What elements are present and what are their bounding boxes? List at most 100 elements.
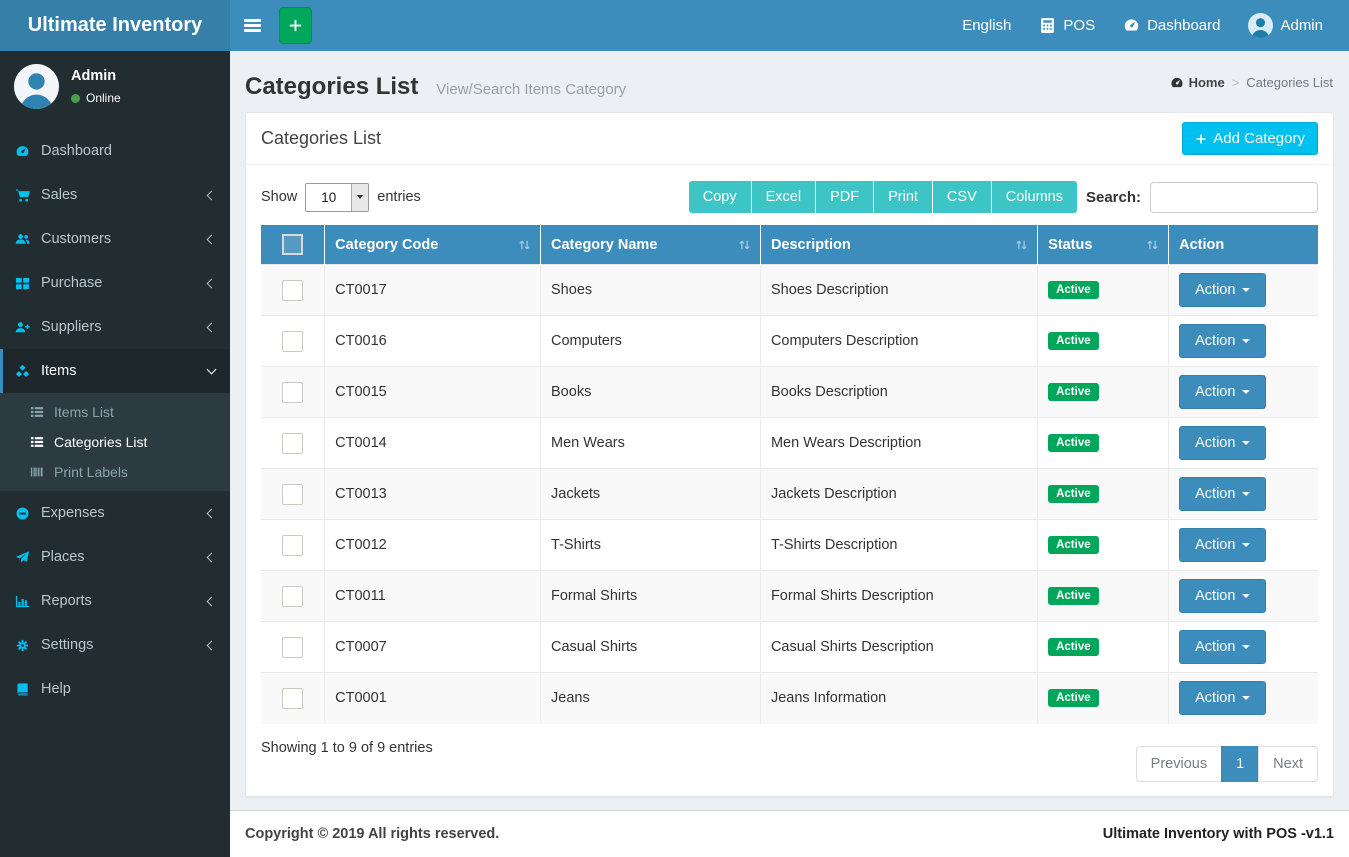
page-size-select[interactable]: 10 (305, 182, 370, 212)
category-code-cell: CT0016 (324, 315, 542, 367)
description-cell: T-Shirts Description (760, 519, 1039, 571)
csv-button[interactable]: CSV (932, 181, 992, 213)
row-checkbox[interactable] (282, 534, 304, 556)
column-header-category-name[interactable]: Category Name (540, 225, 761, 265)
sidebar-item-label: Places (41, 549, 85, 565)
category-name-cell: Men Wears (540, 417, 761, 469)
copy-button[interactable]: Copy (688, 181, 752, 213)
sidebar-item-dashboard[interactable]: Dashboard (0, 129, 230, 173)
row-select-cell (261, 417, 326, 469)
page-1-button[interactable]: 1 (1221, 745, 1260, 782)
sidebar-item-settings[interactable]: Settings (0, 623, 230, 667)
pos-label: POS (1063, 17, 1096, 34)
sidebar-item-purchase[interactable]: Purchase (0, 261, 230, 305)
online-label: Online (86, 91, 121, 105)
sort-icon (517, 237, 532, 252)
previous-page-button[interactable]: Previous (1135, 745, 1223, 782)
pagination: Previous 1 Next (1135, 745, 1318, 782)
description-cell: Casual Shirts Description (760, 621, 1039, 673)
language-menu[interactable]: English (948, 0, 1025, 51)
table-row: CT0001 Jeans Jeans Information Active Action (261, 672, 1318, 724)
chevron-left-icon (206, 234, 217, 244)
search-input[interactable] (1150, 181, 1318, 213)
action-cell: Action (1168, 570, 1318, 622)
page-size-value: 10 (321, 189, 337, 205)
sidebar-item-places[interactable]: Places (0, 535, 230, 579)
breadcrumb-current: Categories List (1246, 75, 1333, 90)
next-page-button[interactable]: Next (1258, 745, 1318, 782)
row-checkbox[interactable] (282, 636, 304, 658)
sidebar-item-expenses[interactable]: Expenses (0, 491, 230, 535)
online-dot-icon (71, 93, 80, 103)
user-name-label: Admin (1280, 17, 1323, 34)
row-select-cell (261, 519, 326, 571)
row-checkbox[interactable] (282, 585, 304, 607)
pdf-button[interactable]: PDF (816, 181, 875, 213)
sidebar-item-label: Settings (41, 637, 94, 653)
sidebar-subitem-print-labels[interactable]: Print Labels (0, 457, 230, 487)
action-dropdown-button[interactable]: Action (1179, 477, 1267, 511)
column-header-status[interactable]: Status (1037, 225, 1170, 265)
book-icon (15, 682, 41, 697)
chevron-left-icon (206, 596, 217, 606)
sidebar-item-help[interactable]: Help (0, 667, 230, 711)
content-header: Categories List View/Search Items Catego… (230, 51, 1349, 102)
print-button[interactable]: Print (874, 181, 933, 213)
row-checkbox[interactable] (282, 279, 304, 301)
chevron-left-icon (206, 278, 217, 288)
column-header-action[interactable]: Action (1168, 225, 1318, 265)
sidebar-item-suppliers[interactable]: Suppliers (0, 305, 230, 349)
user-plus-icon (15, 320, 41, 335)
add-category-button[interactable]: Add Category (1182, 122, 1318, 155)
sidebar-toggle-button[interactable] (230, 0, 275, 51)
user-menu[interactable]: Admin (1234, 0, 1337, 51)
action-dropdown-button[interactable]: Action (1179, 324, 1267, 358)
row-checkbox[interactable] (282, 432, 304, 454)
description-cell: Shoes Description (760, 264, 1039, 316)
action-dropdown-button[interactable]: Action (1179, 630, 1267, 664)
description-cell: Computers Description (760, 315, 1039, 367)
dashboard-link[interactable]: Dashboard (1109, 0, 1234, 51)
sidebar-subitem-categories-list[interactable]: Categories List (0, 427, 230, 457)
sidebar-item-customers[interactable]: Customers (0, 217, 230, 261)
action-dropdown-button[interactable]: Action (1179, 579, 1267, 613)
content: Categories List Add Category Show 10 ent… (230, 102, 1349, 797)
action-dropdown-button[interactable]: Action (1179, 375, 1267, 409)
category-code-cell: CT0012 (324, 519, 542, 571)
action-cell: Action (1168, 672, 1318, 724)
column-header-description[interactable]: Description (760, 225, 1039, 265)
quick-add-button[interactable] (279, 7, 312, 44)
breadcrumb-home[interactable]: Home (1170, 75, 1225, 90)
sidebar-item-items[interactable]: Items (0, 349, 230, 393)
column-header-category-code[interactable]: Category Code (324, 225, 542, 265)
action-label: Action (1195, 333, 1236, 349)
action-dropdown-button[interactable]: Action (1179, 426, 1267, 460)
action-dropdown-button[interactable]: Action (1179, 681, 1267, 716)
users-icon (15, 232, 41, 247)
right-controls: Copy Excel PDF Print CSV Columns Search: (688, 181, 1318, 213)
action-dropdown-button[interactable]: Action (1179, 273, 1267, 307)
sidebar-item-sales[interactable]: Sales (0, 173, 230, 217)
action-dropdown-button[interactable]: Action (1179, 528, 1267, 562)
sidebar-item-reports[interactable]: Reports (0, 579, 230, 623)
pos-link[interactable]: POS (1025, 0, 1109, 51)
plus-icon (1195, 133, 1207, 145)
chevron-left-icon (206, 322, 217, 332)
status-cell: Active (1037, 417, 1170, 469)
row-checkbox[interactable] (282, 381, 304, 403)
list-icon (30, 405, 54, 419)
status-badge: Active (1048, 638, 1099, 656)
columns-button[interactable]: Columns (991, 181, 1077, 213)
table-row: CT0011 Formal Shirts Formal Shirts Descrip… (261, 570, 1318, 622)
brand-logo[interactable]: Ultimate Inventory (0, 0, 230, 51)
row-checkbox[interactable] (282, 483, 304, 505)
excel-button[interactable]: Excel (751, 181, 817, 213)
row-select-cell (261, 315, 326, 367)
select-all-checkbox[interactable] (282, 234, 304, 255)
row-checkbox[interactable] (282, 687, 304, 709)
user-info: Admin Online (71, 68, 121, 105)
caret-down-icon (1242, 492, 1251, 496)
row-checkbox[interactable] (282, 330, 304, 352)
select-all-header-cell (261, 225, 326, 265)
sidebar-subitem-items-list[interactable]: Items List (0, 397, 230, 427)
